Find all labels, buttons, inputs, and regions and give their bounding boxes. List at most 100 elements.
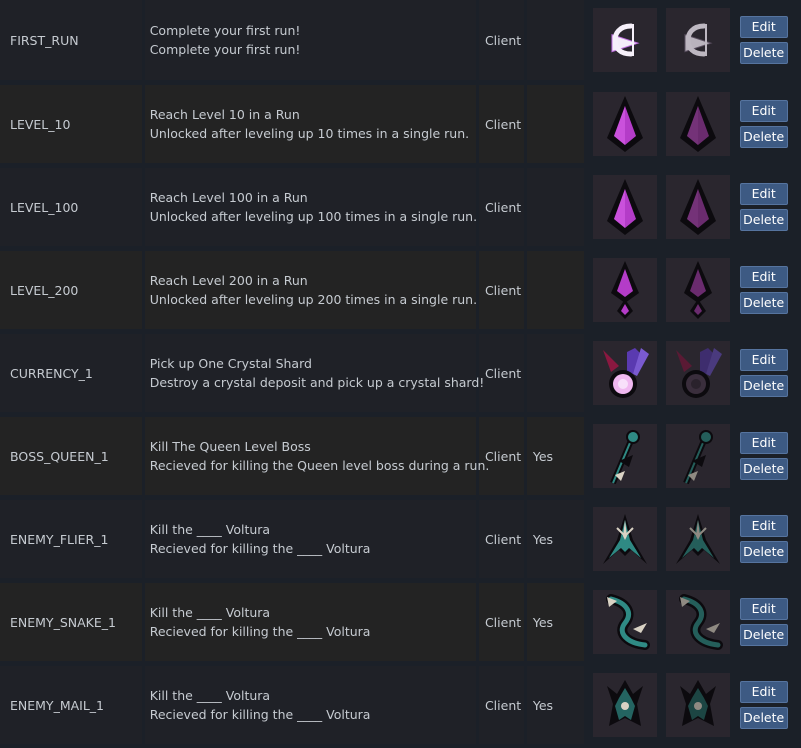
description: Unlocked after leveling up 10 times in a… [149,126,470,141]
api-name: ENEMY_MAIL_1 [10,697,105,713]
unachieved-icon-cell [660,415,734,498]
set-by-cell: Client [478,83,527,166]
api-name-cell: ENEMY_MAIL_1 [0,664,145,747]
action-buttons: Edit Delete [739,181,801,233]
display-name: Kill the ____ Voltura [149,522,271,537]
delete-button[interactable]: Delete [739,292,788,314]
achievement-row: LEVEL_100 Reach Level 100 in a Run Unloc… [0,166,801,249]
delete-button[interactable]: Delete [739,707,788,729]
achieved-icon: ► [592,8,657,72]
unachieved-icon-cell [660,83,734,166]
achievement-row: BOSS_QUEEN_1 Kill The Queen Level Boss R… [0,415,801,498]
flier-icon [602,514,647,564]
delete-button[interactable]: Delete [739,624,788,646]
description-cell: Kill the ____ Voltura Recieved for killi… [144,664,479,747]
set-by: Client [484,282,522,298]
unachieved-icon-cell [660,664,734,747]
flier-icon [676,514,721,564]
edit-button[interactable]: Edit [739,100,788,122]
achieved-icon [592,341,657,405]
delete-button[interactable]: Delete [739,458,788,480]
description: Recieved for killing the ____ Voltura [149,707,371,722]
achieved-icon-cell [586,415,661,498]
set-by-cell: Client [478,166,527,249]
queen-staff-icon [683,429,714,485]
c-mark-icon: ► [611,21,639,62]
set-by: Client [484,697,522,713]
display-name: Kill the ____ Voltura [149,605,271,620]
achieved-icon-cell [586,498,661,581]
set-by-cell: Client [478,415,527,498]
action-buttons: Edit Delete [739,430,801,482]
description-cell: Kill the ____ Voltura Recieved for killi… [144,498,479,581]
achieved-icon [592,92,657,156]
unachieved-icon-cell: ► [660,0,734,83]
action-buttons: Edit Delete [739,347,801,399]
description-cell: Reach Level 10 in a Run Unlocked after l… [144,83,479,166]
description-cell: Kill The Queen Level Boss Recieved for k… [144,415,489,498]
unachieved-icon-cell [660,332,734,415]
set-by: Client [484,614,522,630]
achieved-icon-cell [586,664,661,747]
display-name: Kill the ____ Voltura [149,688,271,703]
mail-icon [606,680,643,726]
edit-button[interactable]: Edit [739,681,788,703]
display-name: Reach Level 10 in a Run [149,107,300,122]
api-name-cell: LEVEL_10 [0,83,145,166]
crystal-key-icon [602,348,649,398]
edit-button[interactable]: Edit [739,349,788,371]
edit-button[interactable]: Edit [739,266,788,288]
edit-button[interactable]: Edit [739,183,788,205]
achievement-row: FIRST_RUN Complete your first run! Compl… [0,0,801,83]
description-cell: Reach Level 200 in a Run Unlocked after … [144,249,479,332]
achievements-table-body: FIRST_RUN Complete your first run! Compl… [0,0,801,747]
edit-button[interactable]: Edit [739,16,788,38]
delete-button[interactable]: Delete [739,126,788,148]
api-name-cell: LEVEL_100 [0,166,145,249]
action-buttons: Edit Delete [739,98,801,150]
achieved-icon [592,424,657,488]
api-name: ENEMY_SNAKE_1 [10,614,116,630]
achievement-row: ENEMY_MAIL_1 Kill the ____ Voltura Recie… [0,664,801,747]
diamond-icon [606,179,643,235]
set-by: Client [484,365,522,381]
api-name-cell: ENEMY_SNAKE_1 [0,581,145,664]
actions-cell: Edit Delete [733,332,801,415]
unachieved-icon [666,92,731,156]
delete-button[interactable]: Delete [739,209,788,231]
mail-icon [680,680,717,726]
achievement-row: LEVEL_10 Reach Level 10 in a Run Unlocke… [0,83,801,166]
unachieved-icon-cell [660,498,734,581]
delete-button[interactable]: Delete [739,42,788,64]
delete-button[interactable]: Delete [739,375,788,397]
hidden-cell: Yes [526,498,587,581]
edit-button[interactable]: Edit [739,515,788,537]
achieved-icon [592,258,657,322]
achieved-icon-cell [586,83,661,166]
unachieved-icon: ► [666,8,731,72]
achieved-icon-cell [586,249,661,332]
hidden-cell [526,83,587,166]
display-name: Kill The Queen Level Boss [149,439,311,454]
achieved-icon-cell [586,166,661,249]
diamond-icon [680,96,717,152]
display-name: Reach Level 200 in a Run [149,273,308,288]
set-by-cell: Client [478,0,527,83]
achievement-row: ENEMY_FLIER_1 Kill the ____ Voltura Reci… [0,498,801,581]
edit-button[interactable]: Edit [739,598,788,620]
action-buttons: Edit Delete [739,679,801,731]
api-name-cell: FIRST_RUN [0,0,145,83]
description: Recieved for killing the ____ Voltura [149,624,371,639]
api-name-cell: BOSS_QUEEN_1 [0,415,145,498]
set-by-cell: Client [478,581,527,664]
edit-button[interactable]: Edit [739,432,788,454]
actions-cell: Edit Delete [733,0,801,83]
display-name: Reach Level 100 in a Run [149,190,308,205]
set-by-cell: Client [478,249,527,332]
diamond-icon [606,96,643,152]
hidden-flag: Yes [532,697,554,713]
action-buttons: Edit Delete [739,513,801,565]
delete-button[interactable]: Delete [739,541,788,563]
snake-icon [679,594,724,650]
diamond-icon [680,179,717,235]
